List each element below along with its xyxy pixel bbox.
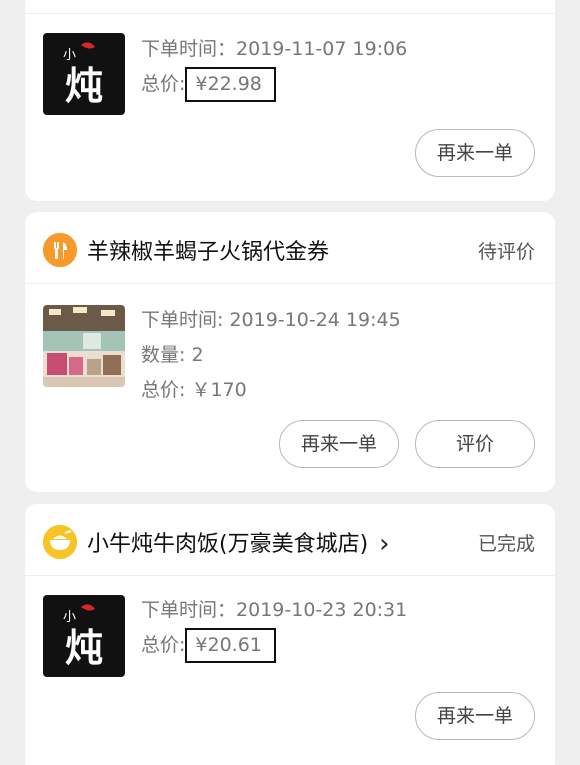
svg-text:炖: 炖: [65, 63, 103, 108]
shop-name[interactable]: 小牛炖牛肉饭(万豪美食城店) ›: [87, 526, 390, 559]
order-status: 已完成: [477, 533, 535, 555]
order-status: 待评价: [477, 241, 535, 263]
svg-text:小: 小: [63, 610, 76, 625]
total-label: 总价:: [141, 73, 186, 95]
total-price: ￥170: [191, 379, 247, 401]
order-time-label: 下单时间:: [141, 309, 224, 331]
reorder-button[interactable]: 再来一单: [415, 129, 535, 177]
shop-logo[interactable]: 小 炖: [43, 33, 125, 115]
order-time-label: 下单时间：: [141, 599, 237, 621]
order-card: 小 炖 下单时间：2019-11-07 19:06 总价: ¥22.98 再来一单: [25, 0, 555, 201]
order-card: 小牛炖牛肉饭(万豪美食城店) › 已完成 小 炖 下单时间：2019-10-23…: [25, 504, 555, 765]
product-image[interactable]: [43, 305, 125, 387]
chevron-right-icon: ›: [379, 529, 390, 559]
svg-text:小: 小: [63, 48, 76, 63]
shop-logo[interactable]: 小 炖: [43, 595, 125, 677]
order-time: 2019-10-24 19:45: [229, 309, 401, 331]
quantity: 2: [191, 344, 204, 366]
order-time: 2019-10-23 20:31: [236, 599, 408, 621]
card-header[interactable]: 小牛炖牛肉饭(万豪美食城店) › 已完成: [25, 504, 555, 576]
order-time: 2019-11-07 19:06: [236, 38, 408, 60]
card-divider: [25, 13, 555, 14]
quantity-label: 数量:: [141, 344, 186, 366]
order-info: 下单时间：2019-10-23 20:31 总价: ¥20.61: [141, 593, 407, 663]
reorder-button[interactable]: 再来一单: [415, 692, 535, 740]
order-info: 下单时间: 2019-10-24 19:45 数量: 2 总价: ￥170: [141, 303, 401, 408]
shop-name: 羊辣椒羊蝎子火锅代金券: [87, 240, 330, 265]
rice-bowl-icon: [43, 525, 77, 559]
card-header[interactable]: 羊辣椒羊蝎子火锅代金券 待评价: [25, 212, 555, 284]
total-price: ¥22.98: [185, 67, 276, 102]
shop-name-label: 小牛炖牛肉饭(万豪美食城店): [87, 532, 369, 557]
order-info: 下单时间：2019-11-07 19:06 总价: ¥22.98: [141, 32, 407, 102]
order-card: 羊辣椒羊蝎子火锅代金券 待评价 下单时间: 2019-10-24 19:45 数…: [25, 212, 555, 492]
review-button[interactable]: 评价: [415, 420, 535, 468]
total-label: 总价:: [141, 379, 186, 401]
order-time-label: 下单时间：: [141, 38, 237, 60]
svg-text:炖: 炖: [65, 625, 103, 670]
total-label: 总价:: [141, 634, 186, 656]
reorder-button[interactable]: 再来一单: [279, 420, 399, 468]
total-price: ¥20.61: [185, 628, 276, 663]
fork-knife-icon: [43, 233, 77, 267]
